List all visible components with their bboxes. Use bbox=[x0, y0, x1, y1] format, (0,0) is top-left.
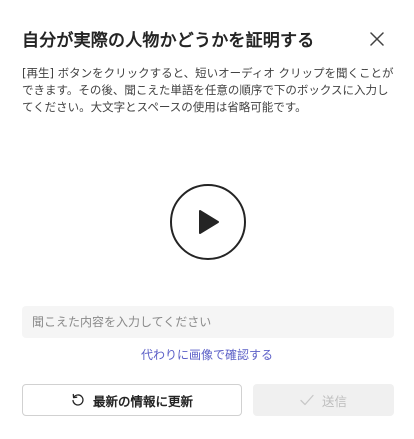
play-audio-button[interactable] bbox=[170, 184, 246, 260]
answer-input[interactable] bbox=[22, 306, 394, 338]
refresh-icon bbox=[71, 393, 85, 407]
image-verification-link[interactable]: 代わりに画像で確認する bbox=[0, 346, 414, 363]
close-icon bbox=[370, 32, 384, 46]
refresh-button[interactable]: 最新の情報に更新 bbox=[22, 384, 242, 416]
submit-button[interactable]: 送信 bbox=[253, 384, 394, 416]
checkmark-icon bbox=[300, 394, 314, 406]
play-icon bbox=[195, 208, 221, 236]
submit-button-label: 送信 bbox=[321, 393, 347, 409]
dialog-title: 自分が実際の人物かどうかを証明する bbox=[22, 31, 315, 51]
instructions-text: [再生] ボタンをクリックすると、短いオーディオ クリップを聞くことができます。… bbox=[22, 66, 394, 114]
close-button[interactable] bbox=[366, 28, 388, 50]
refresh-button-label: 最新の情報に更新 bbox=[92, 393, 193, 409]
